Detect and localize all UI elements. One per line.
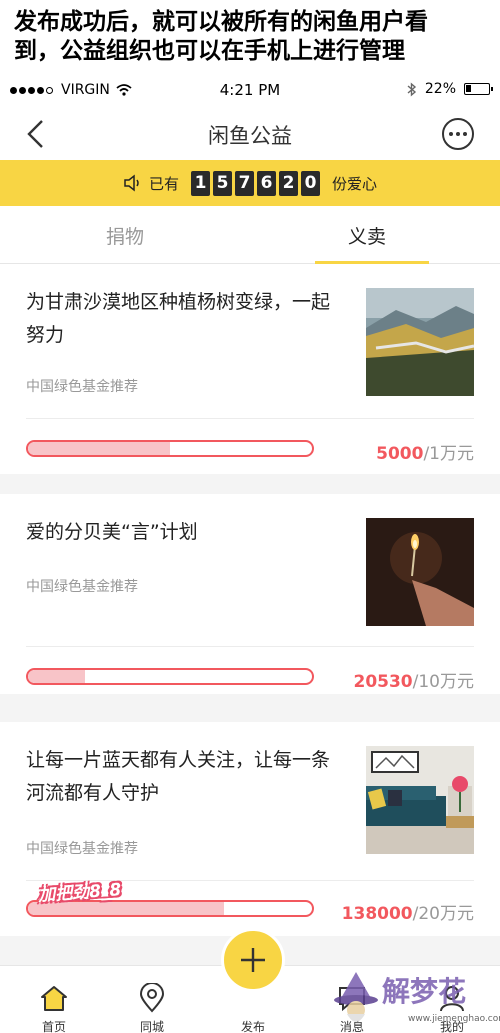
project-image <box>366 518 474 626</box>
project-title: 爱的分贝美“言”计划 <box>26 521 198 543</box>
home-icon <box>41 986 67 1011</box>
tabbar-city-label: 同城 <box>139 1020 164 1033</box>
counter-digit: 7 <box>235 170 254 196</box>
counter-digit: 6 <box>257 170 276 196</box>
battery-percent: 22% <box>424 81 456 97</box>
fundraising-amount: 5000/1万元 <box>376 439 474 464</box>
caption-overlay: 发布成功后，就可以被所有的闲鱼用户看 到，公益组织也可以在手机上进行管理 <box>0 0 500 72</box>
charity-project-card[interactable]: 为甘肃沙漠地区种植杨树变绿，一起努力 中国绿色基金推荐 5000/1万元 <box>0 264 500 474</box>
counter-digits: 1 5 7 6 2 0 <box>191 170 320 196</box>
watermark-url: www.jiemenghao.com <box>408 1014 500 1024</box>
counter-digit: 0 <box>301 170 320 196</box>
tabbar-home[interactable]: 首页 <box>14 982 94 1033</box>
battery-icon <box>464 83 493 95</box>
page-title: 闲鱼公益 <box>208 124 292 148</box>
counter-prefix: 已有 <box>148 174 179 193</box>
card-divider <box>26 418 474 419</box>
project-organization: 中国绿色基金推荐 <box>26 579 138 595</box>
more-options-icon[interactable] <box>442 118 474 150</box>
bluetooth-icon <box>407 81 416 97</box>
project-title: 让每一片蓝天都有人关注，让每一条河流都有人守护 <box>26 749 331 804</box>
amount-target: /20万元 <box>412 904 474 924</box>
charity-project-card[interactable]: 让每一片蓝天都有人关注，让每一条河流都有人守护 中国绿色基金推荐 138000/… <box>0 722 500 936</box>
progress-fill <box>28 670 85 683</box>
project-organization: 中国绿色基金推荐 <box>26 379 138 395</box>
wizard-logo-icon <box>334 972 378 1022</box>
site-watermark: 解梦花 www.jiemenghao.com <box>330 970 500 1033</box>
tabbar-city[interactable]: 同城 <box>112 982 192 1033</box>
amount-target: /1万元 <box>423 444 474 464</box>
watermark-text: 解梦花 <box>382 975 467 1008</box>
project-title: 为甘肃沙漠地区种植杨树变绿，一起努力 <box>26 291 331 346</box>
amount-raised: 5000 <box>376 444 424 464</box>
location-pin-icon <box>139 983 165 1013</box>
amount-target: /10万元 <box>412 672 474 692</box>
tab-charity-sale[interactable]: 义卖 <box>348 222 386 249</box>
fundraising-progress-bar <box>26 668 314 685</box>
status-bar: VIRGIN 4:21 PM 22% <box>0 72 500 108</box>
card-divider <box>26 646 474 647</box>
progress-fill <box>28 442 170 455</box>
project-organization: 中国绿色基金推荐 <box>26 841 138 857</box>
charity-project-card[interactable]: 爱的分贝美“言”计划 中国绿色基金推荐 20530/10万元 <box>0 494 500 694</box>
tabbar-home-label: 首页 <box>41 1020 66 1033</box>
plus-icon <box>241 948 265 972</box>
counter-digit: 5 <box>213 170 232 196</box>
amount-raised: 138000 <box>341 904 413 924</box>
counter-digit: 2 <box>279 170 298 196</box>
love-counter-banner: 已有 1 5 7 6 2 0 份爱心 <box>0 160 500 206</box>
counter-suffix: 份爱心 <box>332 174 378 193</box>
category-tabs: 捐物 义卖 <box>0 206 500 264</box>
nav-bar: 闲鱼公益 <box>0 108 500 160</box>
project-image <box>366 288 474 396</box>
publish-label: 发布 <box>240 1020 265 1033</box>
project-image <box>366 746 474 854</box>
fundraising-amount: 20530/10万元 <box>353 667 474 692</box>
caption-line-2: 到，公益组织也可以在手机上进行管理 <box>14 38 405 64</box>
amount-raised: 20530 <box>353 672 413 692</box>
counter-digit: 1 <box>191 170 210 196</box>
publish-button[interactable] <box>221 928 285 992</box>
fundraising-amount: 138000/20万元 <box>342 899 474 924</box>
speaker-icon <box>124 174 139 192</box>
tab-donate-items[interactable]: 捐物 <box>106 222 144 249</box>
caption-line-1: 发布成功后，就可以被所有的闲鱼用户看 <box>14 9 428 35</box>
fundraising-progress-bar <box>26 440 314 457</box>
